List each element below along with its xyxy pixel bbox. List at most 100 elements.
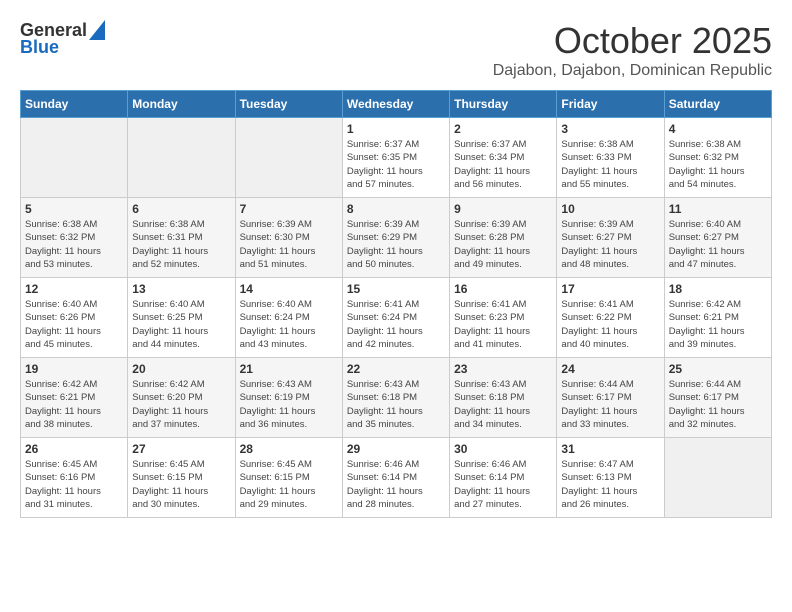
day-info: Sunrise: 6:42 AM Sunset: 6:21 PM Dayligh… [25,378,123,431]
weekday-header-monday: Monday [128,91,235,118]
day-number: 3 [561,122,659,136]
day-info: Sunrise: 6:46 AM Sunset: 6:14 PM Dayligh… [454,458,552,511]
day-number: 14 [240,282,338,296]
day-number: 5 [25,202,123,216]
day-info: Sunrise: 6:37 AM Sunset: 6:34 PM Dayligh… [454,138,552,191]
day-info: Sunrise: 6:40 AM Sunset: 6:24 PM Dayligh… [240,298,338,351]
day-number: 13 [132,282,230,296]
calendar-cell: 4Sunrise: 6:38 AM Sunset: 6:32 PM Daylig… [664,118,771,198]
day-info: Sunrise: 6:39 AM Sunset: 6:30 PM Dayligh… [240,218,338,271]
calendar-cell: 24 Sunrise: 6:44 AM Sunset: 6:17 PM Dayli… [557,358,664,438]
month-title: October 2025 [493,20,772,62]
calendar-cell: 9 Sunrise: 6:39 AM Sunset: 6:28 PM Daylig… [450,198,557,278]
calendar-cell [235,118,342,198]
day-info: Sunrise: 6:44 AM Sunset: 6:17 PM Dayligh… [669,378,767,431]
calendar-cell: 12 Sunrise: 6:40 AM Sunset: 6:26 PM Dayli… [21,278,128,358]
calendar-cell: 14 Sunrise: 6:40 AM Sunset: 6:24 PM Dayli… [235,278,342,358]
calendar-cell: 11 Sunrise: 6:40 AM Sunset: 6:27 PM Dayli… [664,198,771,278]
calendar-week-row: 12 Sunrise: 6:40 AM Sunset: 6:26 PM Dayli… [21,278,772,358]
day-info: Sunrise: 6:40 AM Sunset: 6:27 PM Dayligh… [669,218,767,271]
calendar-cell: 10 Sunrise: 6:39 AM Sunset: 6:27 PM Dayli… [557,198,664,278]
day-number: 11 [669,202,767,216]
weekday-header-sunday: Sunday [21,91,128,118]
day-number: 30 [454,442,552,456]
calendar-cell: 20 Sunrise: 6:42 AM Sunset: 6:20 PM Dayli… [128,358,235,438]
calendar-cell [128,118,235,198]
day-info: Sunrise: 6:38 AM Sunset: 6:32 PM Dayligh… [669,138,767,191]
day-info: Sunrise: 6:46 AM Sunset: 6:14 PM Dayligh… [347,458,445,511]
weekday-header-saturday: Saturday [664,91,771,118]
calendar-cell: 26Sunrise: 6:45 AM Sunset: 6:16 PM Dayli… [21,438,128,518]
day-number: 15 [347,282,445,296]
day-info: Sunrise: 6:39 AM Sunset: 6:27 PM Dayligh… [561,218,659,271]
day-info: Sunrise: 6:43 AM Sunset: 6:19 PM Dayligh… [240,378,338,431]
day-number: 24 [561,362,659,376]
day-number: 21 [240,362,338,376]
calendar-cell: 7Sunrise: 6:39 AM Sunset: 6:30 PM Daylig… [235,198,342,278]
calendar-cell: 16Sunrise: 6:41 AM Sunset: 6:23 PM Dayli… [450,278,557,358]
day-number: 28 [240,442,338,456]
day-info: Sunrise: 6:40 AM Sunset: 6:26 PM Dayligh… [25,298,123,351]
weekday-header-wednesday: Wednesday [342,91,449,118]
calendar-cell: 23Sunrise: 6:43 AM Sunset: 6:18 PM Dayli… [450,358,557,438]
calendar-cell: 19 Sunrise: 6:42 AM Sunset: 6:21 PM Dayli… [21,358,128,438]
calendar-cell [21,118,128,198]
calendar-table: SundayMondayTuesdayWednesdayThursdayFrid… [20,90,772,518]
day-number: 27 [132,442,230,456]
calendar-cell: 18 Sunrise: 6:42 AM Sunset: 6:21 PM Dayli… [664,278,771,358]
day-info: Sunrise: 6:39 AM Sunset: 6:29 PM Dayligh… [347,218,445,271]
logo-triangle-icon [89,20,105,40]
calendar-week-row: 19 Sunrise: 6:42 AM Sunset: 6:21 PM Dayli… [21,358,772,438]
day-number: 12 [25,282,123,296]
day-number: 6 [132,202,230,216]
calendar-cell: 13Sunrise: 6:40 AM Sunset: 6:25 PM Dayli… [128,278,235,358]
day-info: Sunrise: 6:38 AM Sunset: 6:32 PM Dayligh… [25,218,123,271]
calendar-cell: 2 Sunrise: 6:37 AM Sunset: 6:34 PM Daylig… [450,118,557,198]
weekday-header-friday: Friday [557,91,664,118]
day-number: 16 [454,282,552,296]
day-number: 22 [347,362,445,376]
day-number: 8 [347,202,445,216]
calendar-cell: 5 Sunrise: 6:38 AM Sunset: 6:32 PM Daylig… [21,198,128,278]
day-number: 29 [347,442,445,456]
calendar-cell: 17Sunrise: 6:41 AM Sunset: 6:22 PM Dayli… [557,278,664,358]
calendar-cell: 15 Sunrise: 6:41 AM Sunset: 6:24 PM Dayli… [342,278,449,358]
weekday-header-tuesday: Tuesday [235,91,342,118]
day-number: 25 [669,362,767,376]
day-info: Sunrise: 6:43 AM Sunset: 6:18 PM Dayligh… [347,378,445,431]
calendar-week-row: 26Sunrise: 6:45 AM Sunset: 6:16 PM Dayli… [21,438,772,518]
day-info: Sunrise: 6:43 AM Sunset: 6:18 PM Dayligh… [454,378,552,431]
day-number: 20 [132,362,230,376]
day-number: 17 [561,282,659,296]
calendar-cell: 3 Sunrise: 6:38 AM Sunset: 6:33 PM Daylig… [557,118,664,198]
day-info: Sunrise: 6:47 AM Sunset: 6:13 PM Dayligh… [561,458,659,511]
day-number: 9 [454,202,552,216]
calendar-cell: 28Sunrise: 6:45 AM Sunset: 6:15 PM Dayli… [235,438,342,518]
calendar-cell: 1Sunrise: 6:37 AM Sunset: 6:35 PM Daylig… [342,118,449,198]
day-info: Sunrise: 6:42 AM Sunset: 6:20 PM Dayligh… [132,378,230,431]
calendar-cell [664,438,771,518]
logo: General Blue [20,20,105,58]
calendar-cell: 25 Sunrise: 6:44 AM Sunset: 6:17 PM Dayli… [664,358,771,438]
title-block: October 2025 Dajabon, Dajabon, Dominican… [493,20,772,80]
day-info: Sunrise: 6:45 AM Sunset: 6:16 PM Dayligh… [25,458,123,511]
day-info: Sunrise: 6:42 AM Sunset: 6:21 PM Dayligh… [669,298,767,351]
day-number: 19 [25,362,123,376]
location-title: Dajabon, Dajabon, Dominican Republic [493,62,772,80]
day-number: 10 [561,202,659,216]
calendar-cell: 31Sunrise: 6:47 AM Sunset: 6:13 PM Dayli… [557,438,664,518]
weekday-header-thursday: Thursday [450,91,557,118]
calendar-cell: 27Sunrise: 6:45 AM Sunset: 6:15 PM Dayli… [128,438,235,518]
calendar-cell: 6Sunrise: 6:38 AM Sunset: 6:31 PM Daylig… [128,198,235,278]
page-header: General Blue October 2025 Dajabon, Dajab… [20,20,772,80]
calendar-cell: 29 Sunrise: 6:46 AM Sunset: 6:14 PM Dayli… [342,438,449,518]
day-info: Sunrise: 6:38 AM Sunset: 6:33 PM Dayligh… [561,138,659,191]
calendar-cell: 21 Sunrise: 6:43 AM Sunset: 6:19 PM Dayli… [235,358,342,438]
calendar-cell: 8 Sunrise: 6:39 AM Sunset: 6:29 PM Daylig… [342,198,449,278]
day-number: 18 [669,282,767,296]
day-info: Sunrise: 6:39 AM Sunset: 6:28 PM Dayligh… [454,218,552,271]
day-info: Sunrise: 6:44 AM Sunset: 6:17 PM Dayligh… [561,378,659,431]
weekday-header-row: SundayMondayTuesdayWednesdayThursdayFrid… [21,91,772,118]
day-number: 2 [454,122,552,136]
day-info: Sunrise: 6:41 AM Sunset: 6:24 PM Dayligh… [347,298,445,351]
